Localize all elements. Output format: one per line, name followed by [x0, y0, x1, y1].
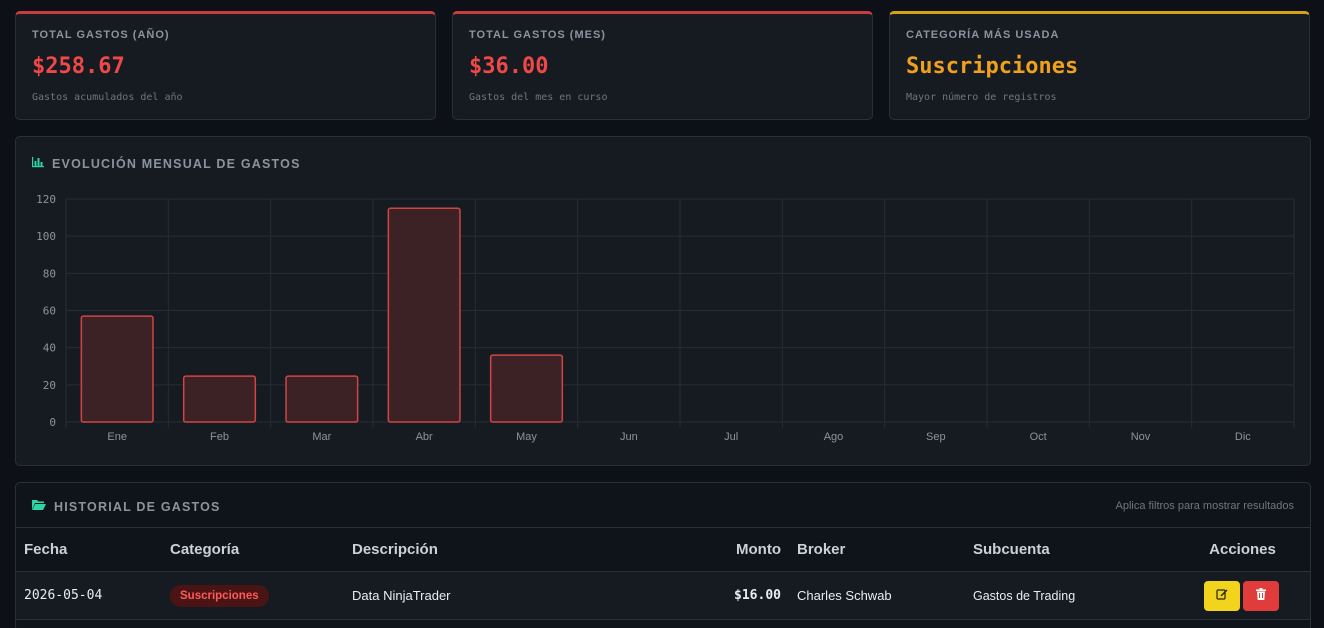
chart-card: EVOLUCIÓN MENSUAL DE GASTOS 0 20 40 60 80 100…: [15, 136, 1311, 466]
column-header-subcuenta[interactable]: Subcuenta: [965, 527, 1175, 572]
y-tick-label: 120: [36, 193, 56, 206]
edit-icon: [1215, 588, 1228, 603]
bar-mar: [285, 375, 359, 423]
stat-card-month: TOTAL GASTOS (MES) $36.00 Gastos del mes…: [452, 11, 873, 120]
bar-ene: [80, 315, 154, 423]
x-tick-label: Ago: [824, 431, 844, 443]
folder-open-icon: [32, 499, 46, 514]
x-tick-label: Sep: [926, 431, 946, 443]
bar-abr: [387, 207, 461, 423]
stat-label: CATEGORÍA MÁS USADA: [906, 29, 1060, 41]
edit-button[interactable]: [1203, 580, 1240, 611]
stat-value: Suscripciones: [906, 54, 1079, 79]
chart-section-header: EVOLUCIÓN MENSUAL DE GASTOS: [32, 156, 301, 171]
stat-label: TOTAL GASTOS (MES): [469, 29, 606, 41]
x-tick-label: Jul: [724, 431, 738, 443]
history-section-title: HISTORIAL DE GASTOS: [54, 499, 221, 514]
cell-descripcion: Data NinjaTrader: [344, 571, 624, 620]
column-header-monto[interactable]: Monto: [624, 527, 789, 572]
cell-acciones: [1175, 571, 1310, 620]
stat-value: $258.67: [32, 54, 125, 79]
cell-fecha: 2026-05-04: [16, 571, 162, 620]
category-badge: Suscripciones: [170, 584, 269, 607]
filter-hint: Aplica filtros para mostrar resultados: [1115, 500, 1294, 512]
column-header-broker[interactable]: Broker: [789, 527, 965, 572]
bar-feb: [182, 375, 257, 423]
x-tick-label: Dic: [1235, 431, 1251, 443]
x-tick-label: Oct: [1030, 431, 1047, 443]
column-header-descripcion[interactable]: Descripción: [344, 527, 624, 572]
y-tick-label: 60: [43, 305, 56, 318]
chart-section-title: EVOLUCIÓN MENSUAL DE GASTOS: [52, 156, 301, 171]
column-header-acciones: Acciones: [1175, 527, 1310, 572]
history-section-header: HISTORIAL DE GASTOS: [32, 499, 221, 514]
x-tick-label: Ene: [107, 431, 127, 443]
x-tick-label: Mar: [312, 431, 331, 443]
x-tick-label: Abr: [416, 431, 433, 443]
delete-button[interactable]: [1242, 580, 1279, 611]
x-tick-label: Jun: [620, 431, 638, 443]
expenses-table: Fecha Categoría Descripción Monto Broker…: [16, 527, 1310, 620]
y-tick-label: 40: [43, 342, 56, 355]
y-tick-label: 20: [43, 379, 56, 392]
stat-label: TOTAL GASTOS (AÑO): [32, 29, 170, 41]
x-tick-label: Feb: [210, 431, 229, 443]
table-header-row: Fecha Categoría Descripción Monto Broker…: [16, 527, 1310, 572]
cell-broker: Charles Schwab: [789, 571, 965, 620]
x-tick-label: May: [516, 431, 537, 443]
cell-subcuenta: Gastos de Trading: [965, 571, 1175, 620]
y-tick-label: 80: [43, 267, 56, 280]
y-tick-label: 100: [36, 230, 56, 243]
y-tick-label: 0: [49, 416, 56, 429]
cell-monto: $16.00: [624, 571, 789, 620]
bar-may: [489, 354, 564, 423]
stat-card-year: TOTAL GASTOS (AÑO) $258.67 Gastos acumul…: [15, 11, 436, 120]
stat-subtitle: Gastos acumulados del año: [32, 92, 183, 103]
stat-subtitle: Mayor número de registros: [906, 92, 1057, 103]
cell-categoria: Suscripciones: [162, 571, 344, 620]
table-row: 2026-05-04 Suscripciones Data NinjaTrade…: [16, 571, 1310, 620]
trash-icon: [1255, 588, 1266, 603]
stat-card-top-category: CATEGORÍA MÁS USADA Suscripciones Mayor …: [889, 11, 1310, 120]
column-header-categoria[interactable]: Categoría: [162, 527, 344, 572]
history-card: HISTORIAL DE GASTOS Aplica filtros para …: [15, 482, 1311, 628]
x-tick-label: Nov: [1131, 431, 1151, 443]
stat-value: $36.00: [469, 54, 549, 79]
column-header-fecha[interactable]: Fecha: [16, 527, 162, 572]
stat-subtitle: Gastos del mes en curso: [469, 92, 608, 103]
monthly-expenses-chart: 0 20 40 60 80 100 120 Ene Feb Mar Abr May Jun Jul Ago S…: [36, 193, 1295, 443]
bar-chart-icon: [32, 156, 44, 171]
